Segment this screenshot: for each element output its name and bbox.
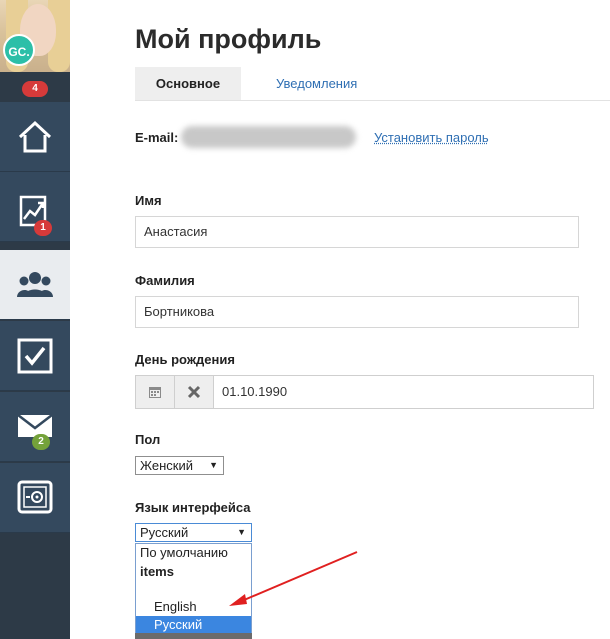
reports-count-badge: 1 (34, 220, 52, 236)
profile-tabs: Основное Уведомления (135, 67, 610, 101)
set-password-link[interactable]: Установить пароль (374, 130, 489, 145)
gender-select[interactable]: Женский ▼ (135, 456, 224, 475)
messages-count-badge: 2 (32, 434, 50, 450)
safe-icon (17, 480, 53, 514)
notification-count-badge: 4 (22, 81, 48, 97)
birthday-value[interactable]: 01.10.1990 (222, 376, 287, 408)
chevron-down-icon: ▼ (209, 460, 218, 470)
clear-date-button[interactable] (175, 376, 214, 408)
sidebar-item-messages[interactable]: 2 (0, 392, 70, 462)
email-label: E-mail: (135, 130, 179, 145)
language-selected-value: Русский (140, 525, 189, 540)
notifications-indicator[interactable]: 4 (0, 72, 70, 102)
tab-notifications[interactable]: Уведомления (276, 67, 357, 100)
sidebar-item-safe[interactable] (0, 463, 70, 533)
close-icon (187, 385, 201, 399)
tab-main[interactable]: Основное (135, 67, 241, 100)
avatar[interactable]: GC. (0, 0, 70, 72)
first-name-label: Имя (135, 193, 162, 208)
gender-selected-value: Женский (140, 458, 193, 473)
gender-label: Пол (135, 432, 161, 447)
calendar-icon (149, 387, 161, 398)
users-icon (17, 272, 53, 297)
home-icon (18, 120, 52, 153)
partial-image-strip (135, 633, 252, 639)
first-name-field[interactable]: Анастасия (135, 216, 579, 248)
last-name-field[interactable]: Бортникова (135, 296, 579, 328)
language-option-group: items (140, 564, 174, 579)
chevron-down-icon: ▼ (237, 527, 246, 537)
company-initials-badge: GC. (3, 34, 35, 66)
sidebar-item-home[interactable] (0, 102, 70, 172)
calendar-button[interactable] (136, 376, 175, 408)
language-label: Язык интерфейса (135, 500, 251, 515)
birthday-picker: 01.10.1990 (135, 375, 594, 409)
language-select[interactable]: Русский ▼ (135, 523, 252, 542)
main-content: Мой профиль Основное Уведомления E-mail:… (70, 0, 610, 639)
email-value-redacted (181, 126, 356, 148)
sidebar-item-people[interactable] (0, 250, 70, 320)
checkbox-icon (17, 338, 53, 374)
sidebar: GC. 4 1 2 (0, 0, 70, 639)
sidebar-item-reports[interactable]: 1 (0, 172, 70, 242)
annotation-arrow (229, 551, 358, 606)
birthday-label: День рождения (135, 352, 235, 367)
page-title: Мой профиль (135, 24, 322, 54)
language-option-russian[interactable]: Русский (136, 616, 251, 634)
sidebar-item-tasks[interactable] (0, 321, 70, 391)
last-name-label: Фамилия (135, 273, 195, 288)
